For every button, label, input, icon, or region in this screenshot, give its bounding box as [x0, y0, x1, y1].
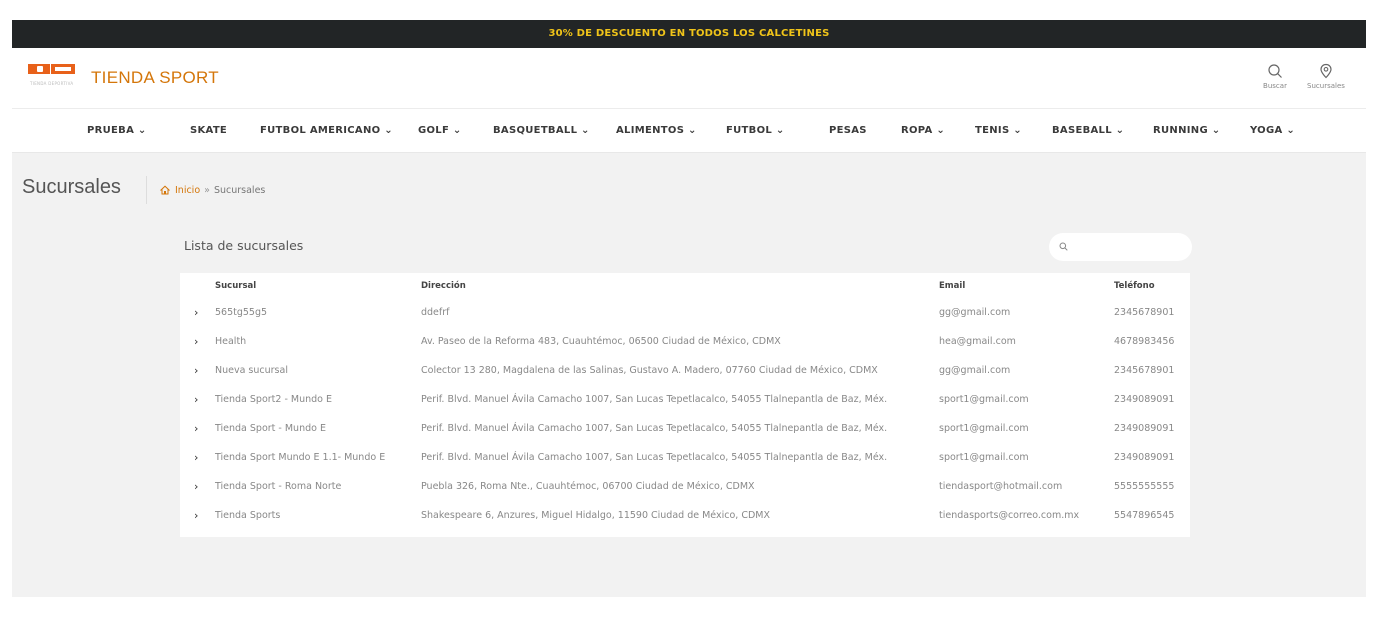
location-pin-icon — [1320, 63, 1332, 79]
branches-button[interactable]: Sucursales — [1300, 63, 1352, 90]
search-button[interactable]: Buscar — [1257, 63, 1293, 90]
list-title: Lista de sucursales — [184, 238, 304, 253]
promo-banner[interactable]: 30% DE DESCUENTO EN TODOS LOS CALCETINES — [12, 20, 1366, 48]
nav-item-running[interactable]: RUNNING ⌄ — [1153, 125, 1220, 136]
site-header: TIENDA DEPORTIVA TIENDA SPORT Buscar Suc… — [12, 48, 1366, 109]
nav-item-alimentos[interactable]: ALIMENTOS ⌄ — [616, 125, 697, 136]
logo-mark-left — [28, 64, 50, 74]
chevron-right-icon[interactable]: › — [194, 303, 198, 323]
nav-item-skate[interactable]: SKATE — [190, 125, 227, 136]
column-header-email[interactable]: Email — [939, 281, 965, 291]
cell-address: Puebla 326, Roma Nte., Cuauhtémoc, 06700… — [421, 481, 755, 492]
cell-address: Colector 13 280, Magdalena de las Salina… — [421, 365, 878, 376]
page-frame: 30% DE DESCUENTO EN TODOS LOS CALCETINES… — [12, 20, 1366, 597]
chevron-right-icon[interactable]: › — [194, 448, 198, 468]
cell-phone: 2349089091 — [1114, 394, 1175, 405]
table-row[interactable]: › Tienda Sport - Roma Norte Puebla 326, … — [180, 477, 1190, 506]
breadcrumb-current: Sucursales — [213, 185, 266, 196]
cell-phone: 2345678901 — [1114, 307, 1175, 318]
cell-email: gg@gmail.com — [939, 365, 1011, 376]
cell-phone: 5547896545 — [1114, 510, 1175, 521]
column-header-address[interactable]: Dirección — [421, 281, 466, 291]
nav-item-yoga[interactable]: YOGA ⌄ — [1250, 125, 1295, 136]
breadcrumb-separator: » — [204, 185, 210, 196]
cell-name: 565tg55g5 — [215, 307, 268, 318]
nav-item-prueba[interactable]: PRUEBA ⌄ — [87, 125, 147, 136]
cell-phone: 2349089091 — [1114, 452, 1175, 463]
chevron-right-icon[interactable]: › — [194, 361, 198, 381]
logo-tagline: TIENDA DEPORTIVA — [30, 81, 74, 86]
cell-email: tiendasports@correo.com.mx — [939, 510, 1080, 521]
divider — [146, 176, 147, 204]
cell-name: Tienda Sport Mundo E 1.1- Mundo E — [215, 452, 386, 463]
table-row[interactable]: › Health Av. Paseo de la Reforma 483, Cu… — [180, 332, 1190, 361]
chevron-right-icon[interactable]: › — [194, 419, 198, 439]
cell-email: sport1@gmail.com — [939, 452, 1029, 463]
brand-name[interactable]: TIENDA SPORT — [91, 68, 219, 88]
cell-address: ddefrf — [421, 307, 450, 318]
chevron-right-icon[interactable]: › — [194, 506, 198, 526]
cell-email: sport1@gmail.com — [939, 423, 1029, 434]
chevron-right-icon[interactable]: › — [194, 477, 198, 497]
breadcrumb: Inicio » Sucursales — [160, 185, 265, 196]
cell-email: sport1@gmail.com — [939, 394, 1029, 405]
nav-item-futbol[interactable]: FUTBOL ⌄ — [726, 125, 785, 136]
cell-email: gg@gmail.com — [939, 307, 1011, 318]
table-row[interactable]: › Tienda Sport - Mundo E Perif. Blvd. Ma… — [180, 419, 1190, 448]
cell-address: Av. Paseo de la Reforma 483, Cuauhtémoc,… — [421, 336, 781, 347]
column-header-name[interactable]: Sucursal — [215, 281, 256, 291]
branches-table: Sucursal Dirección Email Teléfono › 565t… — [180, 273, 1190, 537]
cell-email: tiendasport@hotmail.com — [939, 481, 1063, 492]
nav-item-basquetball[interactable]: BASQUETBALL ⌄ — [493, 125, 590, 136]
cell-name: Tienda Sport2 - Mundo E — [215, 394, 333, 405]
cell-name: Tienda Sports — [215, 510, 281, 521]
table-search[interactable] — [1049, 233, 1192, 261]
chevron-right-icon[interactable]: › — [194, 390, 198, 410]
table-row[interactable]: › Tienda Sports Shakespeare 6, Anzures, … — [180, 506, 1190, 535]
cell-phone: 4678983456 — [1114, 336, 1175, 347]
breadcrumb-home-link[interactable]: Inicio — [175, 185, 200, 196]
nav-item-baseball[interactable]: BASEBALL ⌄ — [1052, 125, 1124, 136]
cell-email: hea@gmail.com — [939, 336, 1016, 347]
chevron-right-icon[interactable]: › — [194, 332, 198, 352]
breadcrumb-bar: Sucursales Inicio» Sucursales — [12, 174, 1366, 214]
cell-address: Shakespeare 6, Anzures, Miguel Hidalgo, … — [421, 510, 770, 521]
table-row[interactable]: › Tienda Sport2 - Mundo E Perif. Blvd. M… — [180, 390, 1190, 419]
column-header-phone[interactable]: Teléfono — [1114, 281, 1155, 291]
table-row[interactable]: › Nueva sucursal Colector 13 280, Magdal… — [180, 361, 1190, 390]
logo-mark-right — [51, 64, 75, 74]
promo-text: 30% DE DESCUENTO EN TODOS LOS CALCETINES — [548, 28, 830, 39]
cell-name: Tienda Sport - Roma Norte — [215, 481, 342, 492]
cell-address: Perif. Blvd. Manuel Ávila Camacho 1007, … — [421, 423, 888, 434]
nav-item-tenis[interactable]: TENIS ⌄ — [975, 125, 1022, 136]
table-row[interactable]: › 565tg55g5 ddefrf gg@gmail.com 23456789… — [180, 303, 1190, 332]
cell-phone: 5555555555 — [1114, 481, 1175, 492]
cell-phone: 2349089091 — [1114, 423, 1175, 434]
table-row[interactable]: › Tienda Sport Mundo E 1.1- Mundo E Peri… — [180, 448, 1190, 477]
cell-address: Perif. Blvd. Manuel Ávila Camacho 1007, … — [421, 394, 888, 405]
cell-name: Tienda Sport - Mundo E — [215, 423, 326, 434]
search-icon — [1268, 64, 1282, 78]
logo[interactable]: TIENDA DEPORTIVA — [24, 59, 79, 93]
search-label: Buscar — [1263, 82, 1287, 90]
nav-item-golf[interactable]: GOLF ⌄ — [418, 125, 462, 136]
cell-name: Health — [215, 336, 247, 347]
home-icon[interactable] — [160, 185, 170, 195]
cell-address: Perif. Blvd. Manuel Ávila Camacho 1007, … — [421, 452, 888, 463]
nav-item-ropa[interactable]: ROPA ⌄ — [901, 125, 945, 136]
cell-phone: 2345678901 — [1114, 365, 1175, 376]
cell-name: Nueva sucursal — [215, 365, 288, 376]
branches-label: Sucursales — [1307, 82, 1345, 90]
nav-item-futbol-americano[interactable]: FUTBOL AMERICANO ⌄ — [260, 125, 393, 136]
search-input[interactable] — [1075, 237, 1185, 257]
page-title: Sucursales — [22, 176, 121, 198]
nav-item-pesas[interactable]: PESAS — [829, 125, 867, 136]
main-nav: PRUEBA ⌄ SKATE FUTBOL AMERICANO ⌄ GOLF ⌄… — [12, 109, 1366, 153]
search-icon — [1059, 242, 1068, 251]
